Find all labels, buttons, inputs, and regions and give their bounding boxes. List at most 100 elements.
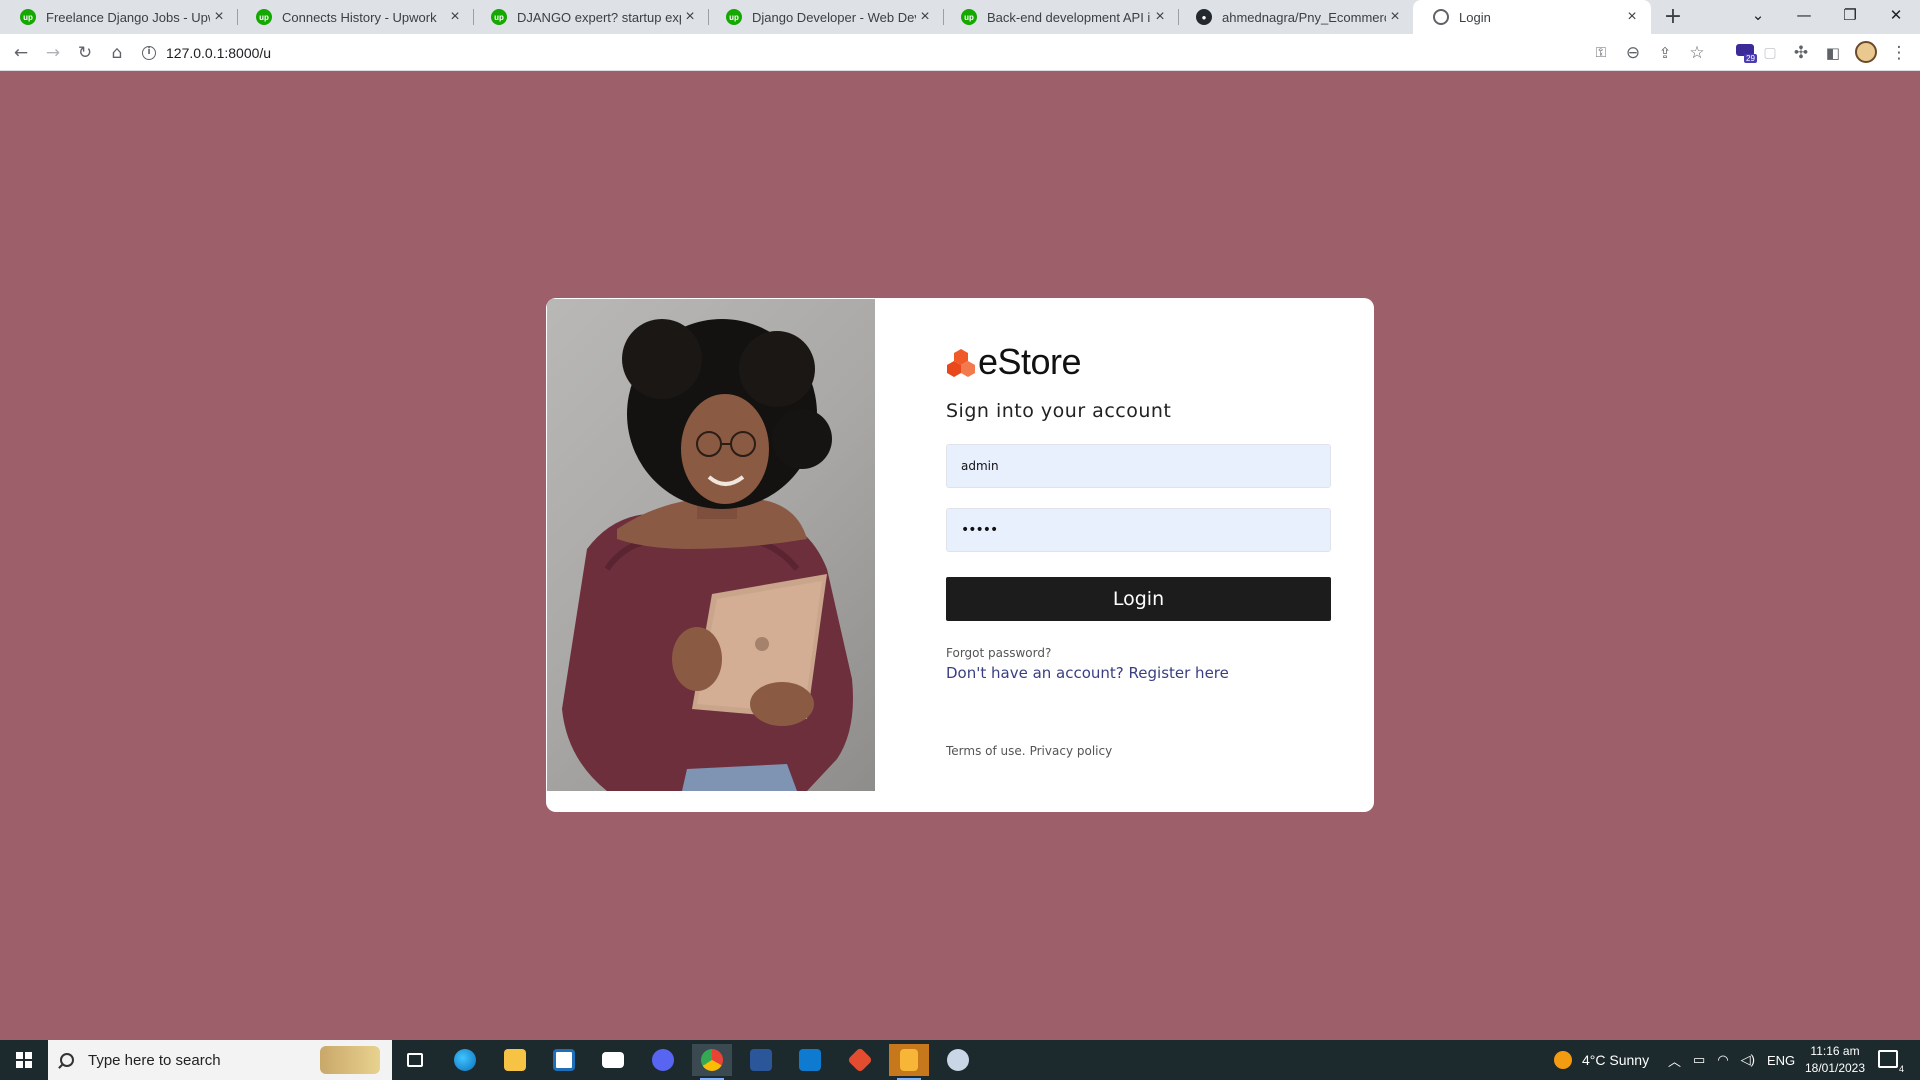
chrome-icon <box>701 1049 723 1071</box>
extension-icon[interactable]: 29 <box>1736 42 1757 63</box>
volume-icon[interactable]: ◁) <box>1741 1052 1755 1068</box>
upwork-icon: up <box>726 9 742 25</box>
close-icon[interactable]: × <box>1386 8 1404 26</box>
vscode-icon <box>799 1049 821 1071</box>
taskbar-edge[interactable] <box>445 1044 485 1076</box>
tab-github-repo[interactable]: ● ahmednagra/Pny_Ecommerce_S × <box>1176 0 1414 34</box>
close-icon[interactable]: × <box>446 8 464 26</box>
privacy-link[interactable]: Privacy policy <box>1030 744 1113 758</box>
side-panel-icon[interactable]: ◧ <box>1820 40 1846 66</box>
tab-label: Connects History - Upwork <box>282 9 437 25</box>
taskbar-git[interactable] <box>840 1044 880 1076</box>
address-bar[interactable]: i 127.0.0.1:8000/u <box>142 39 1582 67</box>
tab-connects-history[interactable]: up Connects History - Upwork × <box>236 0 474 34</box>
taskbar-mail[interactable] <box>593 1044 633 1076</box>
tab-label: ahmednagra/Pny_Ecommerce_S <box>1222 9 1386 25</box>
taskbar-sublime[interactable] <box>889 1044 929 1080</box>
search-highlight-image <box>320 1046 380 1074</box>
woman-with-tablet-illustration <box>562 319 853 791</box>
clock-time: 11:16 am <box>1810 1044 1860 1058</box>
taskbar-file-explorer[interactable] <box>495 1044 535 1076</box>
cubes-icon <box>947 349 975 377</box>
weather-widget[interactable]: 4°C Sunny <box>1554 1040 1649 1080</box>
store-icon <box>553 1049 575 1071</box>
git-icon <box>847 1047 873 1073</box>
page-title: Sign into your account <box>946 400 1172 422</box>
battery-icon[interactable]: ▭ <box>1693 1052 1705 1068</box>
window-close-button[interactable]: ✕ <box>1873 0 1919 34</box>
info-icon[interactable]: i <box>142 46 156 60</box>
tab-search-icon[interactable]: ⌄ <box>1735 0 1781 34</box>
word-icon <box>750 1049 772 1071</box>
password-field[interactable]: ••••• <box>946 508 1331 552</box>
taskbar-search[interactable]: Type here to search <box>48 1040 392 1080</box>
tab-label: DJANGO expert? startup experie <box>517 9 681 25</box>
key-icon[interactable]: ⚿ <box>1588 40 1614 66</box>
tab-login[interactable]: Login × <box>1413 0 1651 34</box>
taskbar-vscode[interactable] <box>790 1044 830 1076</box>
close-icon[interactable]: × <box>1151 8 1169 26</box>
sublime-icon <box>900 1049 918 1071</box>
notification-center-icon[interactable]: 4 <box>1878 1050 1904 1074</box>
tab-django-expert[interactable]: up DJANGO expert? startup experie × <box>471 0 709 34</box>
extension-badge-count: 29 <box>1744 54 1757 63</box>
discord-icon <box>652 1049 674 1071</box>
terms-link[interactable]: Terms of use. <box>946 744 1026 758</box>
tab-strip: up Freelance Django Jobs - Upwork × up C… <box>0 0 1920 34</box>
close-icon[interactable]: × <box>210 8 228 26</box>
footer-links: Terms of use. Privacy policy <box>946 744 1331 758</box>
brand-name: eStore <box>978 341 1082 382</box>
close-icon[interactable]: × <box>1623 8 1641 26</box>
minimize-button[interactable]: — <box>1781 0 1827 34</box>
username-field[interactable]: admin <box>946 444 1331 488</box>
taskbar-discord[interactable] <box>643 1044 683 1076</box>
close-icon[interactable]: × <box>681 8 699 26</box>
tab-label: Login <box>1459 9 1491 25</box>
profile-avatar[interactable] <box>1855 41 1877 63</box>
tab-django-developer[interactable]: up Django Developer - Web Develo × <box>706 0 944 34</box>
reload-icon[interactable]: ↻ <box>72 40 98 66</box>
search-placeholder: Type here to search <box>88 1051 221 1069</box>
paint-icon <box>947 1049 969 1071</box>
upwork-icon: up <box>256 9 272 25</box>
clock[interactable]: 11:16 am 18/01/2023 <box>1800 1043 1870 1077</box>
taskbar-store[interactable] <box>544 1044 584 1076</box>
upwork-icon: up <box>961 9 977 25</box>
register-link[interactable]: Don't have an account? Register here <box>946 664 1331 682</box>
taskbar-word[interactable] <box>741 1044 781 1076</box>
wifi-icon[interactable]: ◠ <box>1717 1052 1728 1068</box>
task-view-icon <box>407 1053 423 1067</box>
restore-button[interactable]: ❐ <box>1827 0 1873 34</box>
mail-icon <box>602 1052 624 1068</box>
login-button[interactable]: Login <box>946 577 1331 621</box>
new-tab-button[interactable]: + <box>1660 4 1686 30</box>
upwork-icon: up <box>20 9 36 25</box>
back-arrow-icon[interactable]: ← <box>8 40 34 66</box>
url-text[interactable]: 127.0.0.1:8000/u <box>166 45 271 61</box>
clock-date: 18/01/2023 <box>1804 1061 1866 1075</box>
bookmark-star-icon[interactable]: ☆ <box>1684 40 1710 66</box>
puzzle-extensions-icon[interactable]: ✣ <box>1788 40 1814 66</box>
forward-arrow-icon[interactable]: → <box>40 40 66 66</box>
taskbar-chrome[interactable] <box>692 1044 732 1080</box>
notification-count: 4 <box>1898 1064 1904 1074</box>
task-view-button[interactable] <box>395 1044 435 1076</box>
taskbar-paint[interactable] <box>938 1044 978 1076</box>
extension-placeholder-icon[interactable]: ▢ <box>1757 40 1783 66</box>
globe-icon <box>1433 9 1449 25</box>
forgot-password-link[interactable]: Forgot password? <box>946 646 1331 660</box>
menu-kebab-icon[interactable]: ⋮ <box>1886 40 1912 66</box>
windows-taskbar: Type here to search 4°C Sunny ︿ ▭ ◠ ◁) E… <box>0 1040 1920 1080</box>
weather-text: 4°C Sunny <box>1582 1052 1650 1068</box>
tab-upwork-jobs[interactable]: up Freelance Django Jobs - Upwork × <box>0 0 238 34</box>
zoom-icon[interactable]: ⊖ <box>1620 40 1646 66</box>
login-card: eStore Sign into your account admin ••••… <box>546 298 1374 812</box>
language-indicator[interactable]: ENG <box>1767 1053 1795 1068</box>
tab-label: Freelance Django Jobs - Upwork <box>46 9 210 25</box>
start-button[interactable] <box>0 1040 48 1080</box>
home-icon[interactable]: ⌂ <box>104 40 130 66</box>
tab-backend-api[interactable]: up Back-end development API intre × <box>941 0 1179 34</box>
chevron-up-icon[interactable]: ︿ <box>1668 1051 1681 1070</box>
share-icon[interactable]: ⇪ <box>1652 40 1678 66</box>
close-icon[interactable]: × <box>916 8 934 26</box>
